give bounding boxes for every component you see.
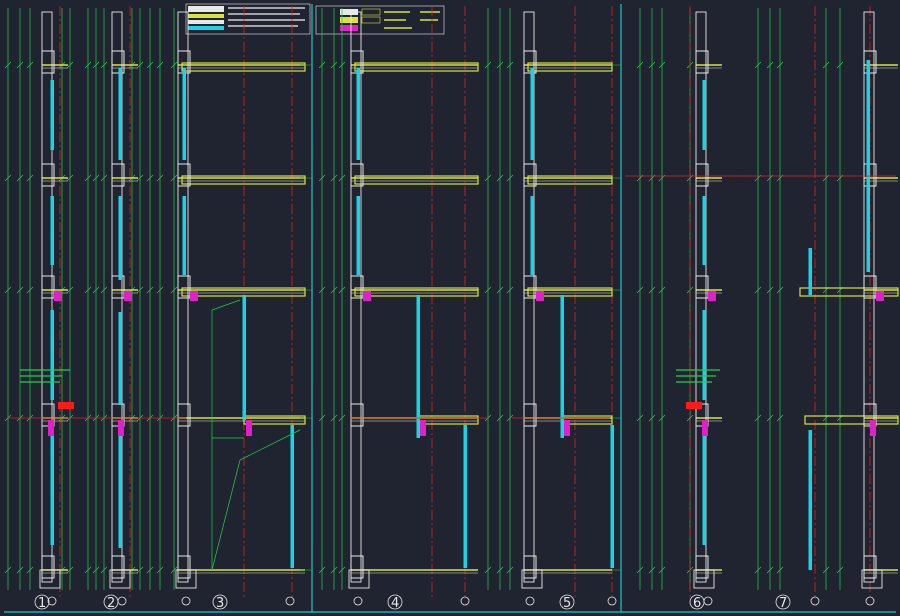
glass-pane bbox=[416, 295, 420, 438]
insulation-block bbox=[876, 291, 884, 301]
insulation-block bbox=[190, 291, 198, 301]
insulation-block bbox=[564, 420, 570, 436]
glass-pane bbox=[866, 60, 870, 272]
insulation-block bbox=[363, 291, 371, 301]
glass-pane bbox=[182, 68, 186, 160]
glass-pane bbox=[50, 310, 54, 400]
insulation-block bbox=[54, 291, 62, 301]
red-marker bbox=[58, 402, 74, 409]
glass-pane bbox=[182, 196, 186, 275]
glass-pane bbox=[118, 312, 122, 405]
insulation-block bbox=[246, 420, 252, 436]
insulation-block bbox=[708, 291, 716, 301]
glass-pane bbox=[610, 425, 614, 568]
glass-pane bbox=[702, 432, 706, 545]
red-marker bbox=[686, 402, 702, 409]
glass-pane bbox=[463, 425, 467, 568]
glass-pane bbox=[702, 196, 706, 265]
glass-pane bbox=[530, 196, 534, 275]
insulation-block bbox=[870, 420, 876, 436]
glass-pane bbox=[118, 196, 122, 280]
insulation-block bbox=[536, 291, 544, 301]
glass-pane bbox=[560, 295, 564, 438]
insulation-block bbox=[420, 420, 426, 436]
glass-pane bbox=[356, 68, 360, 160]
glass-pane bbox=[50, 432, 54, 545]
glass-pane bbox=[808, 430, 812, 570]
glass-pane bbox=[702, 80, 706, 150]
glass-pane bbox=[808, 248, 812, 295]
glass-pane bbox=[356, 196, 360, 275]
glass-pane bbox=[530, 68, 534, 160]
glass-pane bbox=[290, 425, 294, 568]
legend-table-left bbox=[185, 3, 311, 35]
glass-pane bbox=[118, 432, 122, 548]
insulation-block bbox=[48, 420, 54, 436]
canvas-background bbox=[0, 0, 900, 616]
legend-table-right bbox=[315, 5, 445, 35]
cad-drawing-canvas[interactable]: 1234567 bbox=[0, 0, 900, 616]
glass-pane bbox=[50, 196, 54, 265]
insulation-block bbox=[124, 291, 132, 301]
glass-pane bbox=[702, 310, 706, 400]
glass-pane bbox=[50, 80, 54, 150]
glass-pane bbox=[242, 295, 246, 420]
insulation-block bbox=[702, 420, 708, 436]
insulation-block bbox=[118, 420, 124, 436]
glass-pane bbox=[118, 68, 122, 160]
